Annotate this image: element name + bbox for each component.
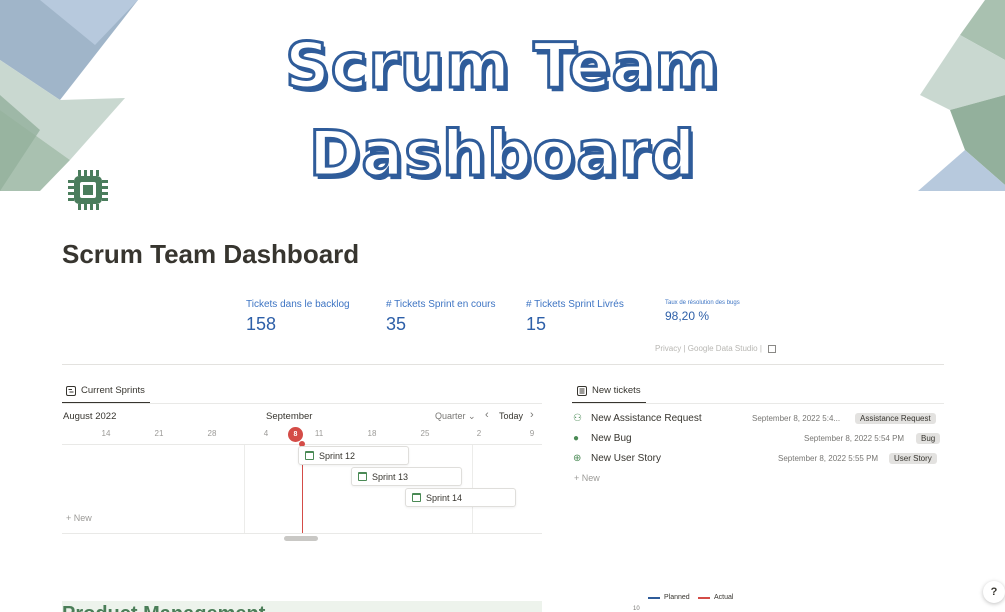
sprint-bar-12[interactable]: Sprint 12 [298, 446, 409, 465]
legend-swatch [698, 596, 710, 599]
ticket-type-tag: Bug [916, 432, 941, 444]
sprint-bar-13[interactable]: Sprint 13 [351, 467, 462, 486]
legend-label: Actual [714, 594, 734, 601]
calendar-icon [305, 451, 314, 460]
ticket-date: September 8, 2022 5:4... [752, 413, 841, 423]
stat-value: 98,20 % [665, 309, 710, 323]
timeline-day: 11 [314, 429, 324, 438]
chart-axis-tick: 10 [633, 606, 640, 612]
sprint-label: Sprint 13 [372, 471, 409, 482]
privacy-link[interactable]: Privacy [655, 344, 681, 353]
ticket-name: New Assistance Request [591, 412, 702, 424]
tab-new-tickets[interactable]: New tickets [577, 385, 641, 401]
month-boundary [244, 445, 245, 533]
stat-backlog: Tickets dans le backlog 158 [246, 299, 350, 335]
footer-separator: | [683, 344, 686, 353]
product-management-callout: Product Management [62, 601, 542, 612]
view-divider [62, 403, 542, 404]
sprint-label: Sprint 14 [426, 492, 463, 503]
legend-swatch [648, 596, 660, 599]
people-icon: ⚇ [573, 412, 582, 424]
today-marker: 8 [288, 427, 303, 442]
plus-circle-icon: ⊕ [573, 452, 582, 464]
legend-label: Planned [664, 594, 690, 601]
timeline-scale-select[interactable]: Quarter ⌄ [435, 411, 476, 422]
sprint-bar-14[interactable]: Sprint 14 [405, 488, 516, 507]
footer-separator: | [759, 344, 762, 353]
stat-label: # Tickets Sprint Livrés [526, 299, 624, 310]
cover-title: Scrum Team Dashboard [284, 28, 721, 192]
tab-current-sprints[interactable]: Current Sprints [66, 385, 145, 401]
timeline-icon [66, 385, 76, 396]
bug-icon: ● [573, 432, 580, 444]
sprint-label: Sprint 12 [319, 450, 356, 461]
ticket-row[interactable]: ⊕ New User Story September 8, 2022 5:55 … [573, 450, 943, 466]
chevron-right-icon[interactable]: › [530, 409, 534, 421]
ticket-type-tag: Assistance Request [855, 412, 936, 424]
timeline-bottom-border [62, 533, 542, 534]
today-button[interactable]: Today [499, 411, 523, 421]
stat-sprint-delivered: # Tickets Sprint Livrés 15 [526, 299, 624, 335]
timeline-day: 21 [154, 429, 164, 438]
list-icon [577, 385, 587, 396]
section-heading: Product Management [62, 603, 265, 612]
timeline-day: 14 [101, 429, 111, 438]
plus-icon: + [66, 513, 72, 523]
view-divider [572, 403, 944, 404]
stat-label: Tickets dans le backlog [246, 299, 350, 310]
stat-value: 158 [246, 314, 277, 334]
stat-value: 35 [386, 314, 407, 334]
new-label: New [73, 513, 92, 523]
ticket-date: September 8, 2022 5:54 PM [804, 433, 905, 443]
ticket-row[interactable]: ● New Bug September 8, 2022 5:54 PM Bug [573, 430, 943, 446]
page-title: Scrum Team Dashboard [62, 239, 360, 269]
ticket-date: September 8, 2022 5:55 PM [778, 453, 879, 463]
page-cover: Scrum Team Dashboard [0, 0, 1005, 191]
tickets-new-button[interactable]: + New [574, 473, 600, 483]
stat-label: Taux de résolution des bugs [665, 300, 740, 306]
stat-sprint-in-progress: # Tickets Sprint en cours 35 [386, 299, 496, 335]
timeline-new-button[interactable]: + New [66, 513, 92, 523]
ticket-row[interactable]: ⚇ New Assistance Request September 8, 20… [573, 410, 943, 426]
help-button[interactable]: ? [983, 581, 1005, 603]
legend-item-actual: Actual [698, 594, 733, 601]
ticket-name: New Bug [591, 432, 632, 444]
timeline-day: 25 [420, 429, 430, 438]
stat-label: # Tickets Sprint en cours [386, 299, 496, 310]
new-label: New [581, 473, 600, 483]
tab-label: Current Sprints [81, 385, 145, 396]
timeline-day: 18 [367, 429, 377, 438]
tab-label: New tickets [592, 385, 641, 396]
ticket-name: New User Story [591, 452, 662, 464]
stat-value: 15 [526, 314, 547, 334]
divider [62, 364, 944, 365]
plus-icon: + [574, 473, 580, 483]
timeline-month: September [266, 411, 313, 422]
chevron-left-icon[interactable]: ‹ [485, 409, 489, 421]
stat-bug-resolution: Taux de résolution des bugs 98,20 % [665, 300, 740, 323]
cpu-chip-icon[interactable] [66, 168, 110, 212]
legend-item-planned: Planned [648, 594, 690, 601]
timeline-day: 9 [529, 429, 535, 438]
fullscreen-icon[interactable] [768, 344, 777, 353]
chevron-down-icon: ⌄ [468, 411, 476, 421]
horizontal-scrollbar[interactable] [284, 536, 318, 541]
timeline-month: August 2022 [63, 411, 117, 422]
timeline-day: 4 [263, 429, 269, 438]
timeline-day: 28 [207, 429, 217, 438]
ticket-type-tag: User Story [889, 452, 937, 464]
provider-link[interactable]: Google Data Studio [688, 344, 758, 353]
calendar-icon [412, 493, 421, 502]
embed-footer: Privacy | Google Data Studio | [655, 344, 777, 353]
timeline-day: 2 [476, 429, 482, 438]
scale-label: Quarter [435, 411, 466, 421]
calendar-icon [358, 472, 367, 481]
